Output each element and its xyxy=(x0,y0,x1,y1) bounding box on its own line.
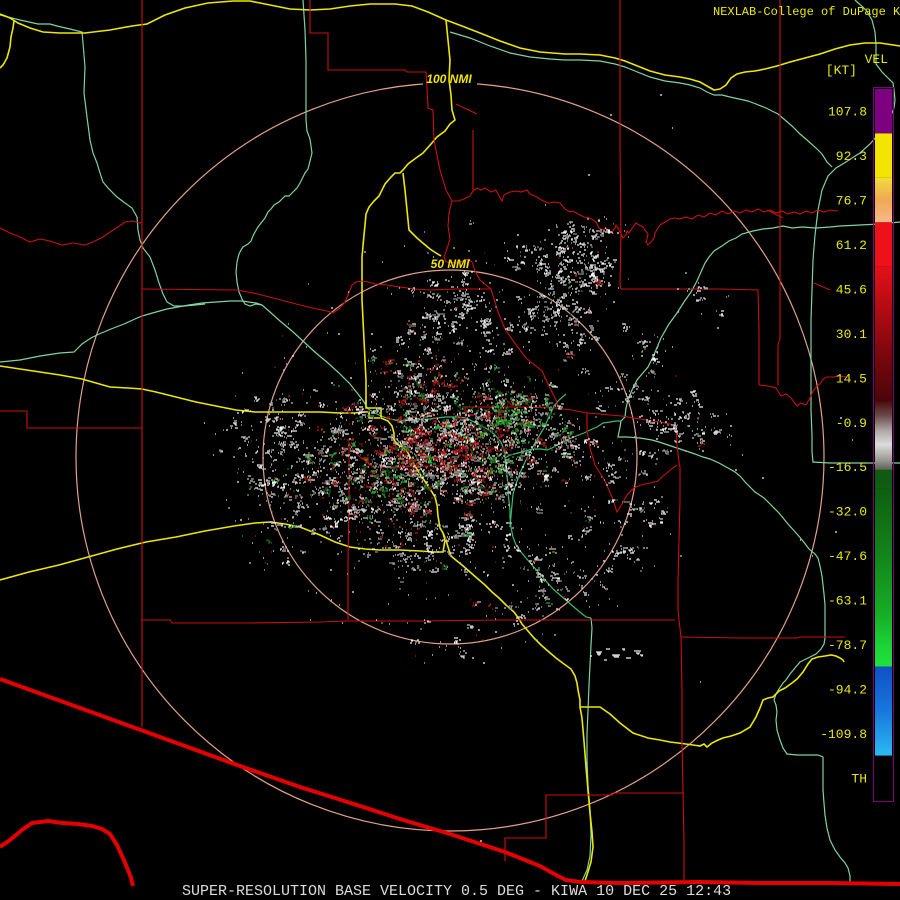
svg-text:TH: TH xyxy=(851,771,867,786)
svg-text:30.1: 30.1 xyxy=(836,327,867,342)
svg-text:VEL: VEL xyxy=(865,52,888,67)
svg-text:-94.2: -94.2 xyxy=(828,682,867,697)
svg-text:-109.8: -109.8 xyxy=(820,727,867,742)
svg-text:50 NMI: 50 NMI xyxy=(431,257,470,271)
svg-text:-16.5: -16.5 xyxy=(828,460,867,475)
svg-text:NEXLAB-College of DuPage KIWA: NEXLAB-College of DuPage KIWA xyxy=(713,5,900,19)
svg-text:-32.0: -32.0 xyxy=(828,505,867,520)
svg-text:SUPER-RESOLUTION BASE VELOCITY: SUPER-RESOLUTION BASE VELOCITY 0.5 DEG -… xyxy=(182,883,731,900)
svg-text:100 NMI: 100 NMI xyxy=(426,72,472,86)
svg-text:107.8: 107.8 xyxy=(828,105,867,120)
svg-text:-0.9: -0.9 xyxy=(836,416,867,431)
svg-text:14.5: 14.5 xyxy=(836,371,867,386)
svg-text:45.6: 45.6 xyxy=(836,283,867,298)
svg-text:-63.1: -63.1 xyxy=(828,594,867,609)
svg-text:-47.6: -47.6 xyxy=(828,549,867,564)
svg-text:76.7: 76.7 xyxy=(836,194,867,209)
svg-text:[KT]: [KT] xyxy=(826,63,857,78)
svg-text:-78.7: -78.7 xyxy=(828,638,867,653)
svg-text:92.3: 92.3 xyxy=(836,149,867,164)
svg-text:61.2: 61.2 xyxy=(836,238,867,253)
